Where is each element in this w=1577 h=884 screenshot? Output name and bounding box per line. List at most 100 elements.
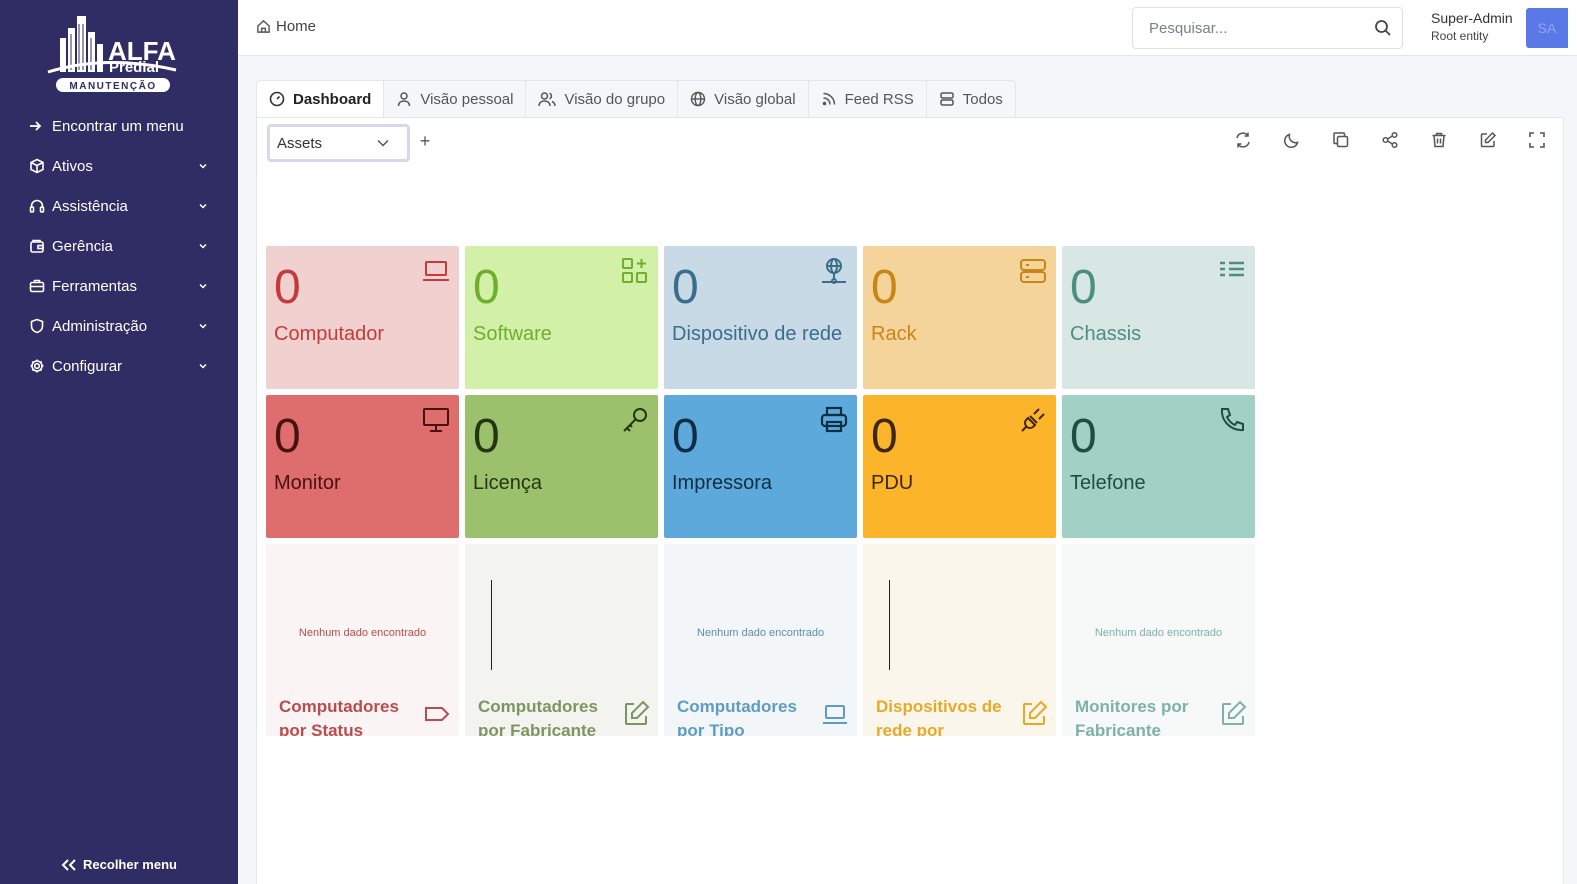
- search-input[interactable]: [1133, 8, 1353, 48]
- user-menu[interactable]: Super-Admin Root entity: [1431, 10, 1513, 43]
- card-monitor[interactable]: 0 Monitor: [266, 395, 459, 538]
- sidebar-item-label: Ativos: [52, 157, 93, 175]
- breadcrumb[interactable]: Home: [256, 18, 316, 35]
- card-label: Rack: [871, 323, 917, 345]
- night-mode-button[interactable]: [1282, 130, 1302, 150]
- chart-title: Computadores por Tipo: [677, 697, 797, 736]
- card-printer[interactable]: 0 Impressora: [664, 395, 857, 538]
- chart-monitors-by-manufacturer[interactable]: Nenhum dado encontrado Monitores por Fab…: [1062, 544, 1255, 736]
- tab-dashboard[interactable]: Dashboard: [256, 80, 385, 118]
- chart-axis-line: [491, 580, 492, 670]
- card-label: Computador: [274, 323, 385, 345]
- chart-computers-by-manufacturer[interactable]: Computadores por Fabricante: [465, 544, 658, 736]
- chart-computers-by-type[interactable]: Nenhum dado encontrado Computadores por …: [664, 544, 857, 736]
- stack-icon: [940, 92, 954, 106]
- card-label: Chassis: [1070, 323, 1142, 345]
- card-pdu[interactable]: 0 PDU: [863, 395, 1056, 538]
- chevron-down-icon: [199, 243, 207, 249]
- chart-axis-line: [889, 580, 890, 670]
- laptop-icon: [823, 705, 847, 724]
- chevron-down-icon: [199, 283, 207, 289]
- card-network-device[interactable]: 0 Dispositivo de rede: [664, 246, 857, 389]
- sidebar-item-label: Gerência: [52, 237, 113, 255]
- chart-network-devices-by[interactable]: Dispositivos de rede por: [863, 544, 1056, 736]
- search-box[interactable]: [1132, 7, 1403, 49]
- sidebar-item-ferramentas[interactable]: Ferramentas: [0, 266, 238, 306]
- chevron-down-icon: [199, 363, 207, 369]
- sidebar-menu: Encontrar um menu Ativos Assistência Ger…: [0, 106, 238, 386]
- chevron-down-icon: [199, 163, 207, 169]
- share-button[interactable]: [1380, 130, 1400, 150]
- card-phone[interactable]: 0 Telefone: [1062, 395, 1255, 538]
- clone-button[interactable]: [1331, 130, 1351, 150]
- sidebar-item-label: Assistência: [52, 197, 128, 215]
- tab-all[interactable]: Todos: [926, 80, 1016, 118]
- card-value: 0: [473, 410, 500, 463]
- edit-icon: [625, 700, 650, 725]
- sidebar-item-ativos[interactable]: Ativos: [0, 146, 238, 186]
- dashboard-select[interactable]: Assets: [267, 124, 410, 162]
- edit-icon: [1023, 700, 1048, 725]
- globe-icon: [690, 91, 706, 107]
- apps-add-icon: [622, 258, 647, 283]
- find-menu-button[interactable]: Encontrar um menu: [0, 106, 238, 146]
- sidebar-item-assistencia[interactable]: Assistência: [0, 186, 238, 226]
- chevron-down-icon: [199, 323, 207, 329]
- dashboard-select-value: Assets: [277, 134, 323, 152]
- card-value: 0: [871, 410, 898, 463]
- tab-personal-view[interactable]: Visão pessoal: [384, 80, 527, 118]
- sign-in-arrow-icon: [28, 117, 46, 135]
- tab-label: Visão global: [714, 90, 796, 108]
- card-value: 0: [672, 261, 699, 314]
- card-label: PDU: [871, 472, 914, 494]
- chart-title: Computadores por Fabricante: [478, 697, 598, 736]
- card-value: 0: [274, 410, 301, 463]
- chart-title: Monitores por Fabricante: [1075, 697, 1189, 736]
- chevron-down-icon: [199, 203, 207, 209]
- tag-icon: [425, 707, 450, 721]
- chart-computers-by-status[interactable]: Nenhum dado encontrado Computadores por …: [266, 544, 459, 736]
- tab-rss-feed[interactable]: Feed RSS: [808, 80, 927, 118]
- monitor-icon: [423, 408, 449, 432]
- fullscreen-button[interactable]: [1527, 130, 1547, 150]
- search-icon[interactable]: [1374, 19, 1392, 37]
- collapse-menu-button[interactable]: Recolher menu: [0, 857, 238, 872]
- tab-global-view[interactable]: Visão global: [678, 80, 809, 118]
- tab-group-view[interactable]: Visão do grupo: [526, 80, 679, 118]
- no-data-message: Nenhum dado encontrado: [1094, 627, 1223, 639]
- breadcrumb-home[interactable]: Home: [276, 18, 316, 35]
- add-dashboard-button[interactable]: +: [417, 132, 433, 150]
- sidebar-item-configurar[interactable]: Configurar: [0, 346, 238, 386]
- no-data-message: Nenhum dado encontrado: [696, 627, 825, 639]
- card-label: Impressora: [672, 472, 773, 494]
- card-label: Telefone: [1070, 472, 1146, 494]
- tab-label: Feed RSS: [844, 90, 914, 108]
- avatar[interactable]: SA: [1526, 8, 1568, 48]
- moon-icon: [1283, 133, 1299, 149]
- gear-icon: [28, 357, 46, 375]
- card-software[interactable]: 0 Software: [465, 246, 658, 389]
- sidebar-item-gerencia[interactable]: Gerência: [0, 226, 238, 266]
- card-rack[interactable]: 0 Rack: [863, 246, 1056, 389]
- rss-icon: [822, 92, 835, 106]
- tab-label: Visão do grupo: [564, 90, 666, 108]
- list-icon: [1220, 261, 1244, 277]
- cube-icon: [28, 157, 46, 175]
- sidebar-item-label: Configurar: [52, 357, 123, 375]
- card-license[interactable]: 0 Licença: [465, 395, 658, 538]
- edit-button[interactable]: [1478, 130, 1498, 150]
- fullscreen-icon: [1529, 132, 1545, 148]
- refresh-button[interactable]: [1233, 130, 1253, 150]
- card-value: 0: [672, 410, 699, 463]
- network-icon: [822, 258, 846, 284]
- server-icon: [1020, 259, 1046, 283]
- delete-button[interactable]: [1429, 130, 1449, 150]
- sidebar-item-label: Administração: [52, 317, 148, 335]
- sidebar-item-administracao[interactable]: Administração: [0, 306, 238, 346]
- users-icon: [538, 92, 557, 107]
- alfa-predial-logo[interactable]: ALFA Predial MANUTENÇÃO: [46, 14, 186, 96]
- card-computer[interactable]: 0 Computador: [266, 246, 459, 389]
- gauge-icon: [269, 91, 285, 107]
- card-chassis[interactable]: 0 Chassis: [1062, 246, 1255, 389]
- sidebar: ALFA Predial MANUTENÇÃO Encontrar um men…: [0, 0, 238, 884]
